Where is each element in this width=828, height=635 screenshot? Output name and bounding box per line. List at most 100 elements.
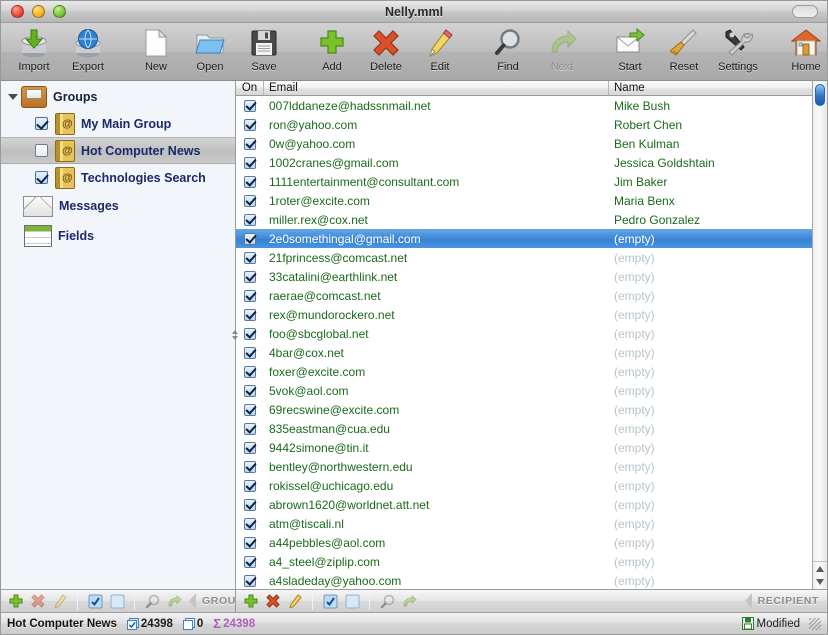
row-on-checkbox[interactable]	[236, 271, 264, 283]
row-on-checkbox[interactable]	[236, 537, 264, 549]
checkbox-checked-icon[interactable]	[244, 347, 256, 359]
checkbox-checked-icon[interactable]	[244, 404, 256, 416]
table-row[interactable]: rokissel@uchicago.edu(empty)	[236, 476, 812, 495]
table-row[interactable]: 33catalini@earthlink.net(empty)	[236, 267, 812, 286]
recipient-add-button[interactable]	[240, 591, 262, 611]
pane-splitter-handle[interactable]	[231, 330, 239, 340]
checkbox-checked-icon[interactable]	[244, 442, 256, 454]
toolbar-button-edit[interactable]: Edit	[413, 23, 467, 79]
checkbox-checked-icon[interactable]	[244, 328, 256, 340]
row-on-checkbox[interactable]	[236, 518, 264, 530]
toolbar-button-delete[interactable]: Delete	[359, 23, 413, 79]
toolbar-button-save[interactable]: Save	[237, 23, 291, 79]
table-row[interactable]: a4_steel@ziplip.com(empty)	[236, 552, 812, 571]
toolbar-button-add[interactable]: Add	[305, 23, 359, 79]
row-on-checkbox[interactable]	[236, 575, 264, 587]
row-on-checkbox[interactable]	[236, 499, 264, 511]
group-uncheck-all-button[interactable]	[106, 591, 128, 611]
checkbox-checked-icon[interactable]	[244, 195, 256, 207]
group-find-next-button[interactable]	[163, 591, 185, 611]
table-row[interactable]: 835eastman@cua.edu(empty)	[236, 419, 812, 438]
toolbar-toggle-button[interactable]	[792, 5, 818, 18]
sidebar-item-messages[interactable]: Messages	[1, 191, 235, 221]
checkbox-checked-icon[interactable]	[244, 176, 256, 188]
scroll-down-icon[interactable]	[816, 579, 824, 585]
group-checkbox[interactable]	[35, 144, 48, 157]
row-on-checkbox[interactable]	[236, 480, 264, 492]
toolbar-button-find[interactable]: Find	[481, 23, 535, 79]
row-on-checkbox[interactable]	[236, 176, 264, 188]
table-row[interactable]: 21fprincess@comcast.net(empty)	[236, 248, 812, 267]
row-on-checkbox[interactable]	[236, 423, 264, 435]
scrollbar-track[interactable]	[813, 81, 827, 561]
row-on-checkbox[interactable]	[236, 328, 264, 340]
resize-grip[interactable]	[809, 618, 821, 630]
row-on-checkbox[interactable]	[236, 385, 264, 397]
row-on-checkbox[interactable]	[236, 119, 264, 131]
minimize-button[interactable]	[32, 5, 45, 18]
row-on-checkbox[interactable]	[236, 195, 264, 207]
checkbox-checked-icon[interactable]	[244, 309, 256, 321]
recipient-uncheck-all-button[interactable]	[341, 591, 363, 611]
row-on-checkbox[interactable]	[236, 138, 264, 150]
checkbox-checked-icon[interactable]	[244, 290, 256, 302]
toolbar-button-open[interactable]: Open	[183, 23, 237, 79]
group-delete-button[interactable]	[27, 591, 49, 611]
column-header-name[interactable]: Name	[609, 81, 812, 95]
zoom-button[interactable]	[53, 5, 66, 18]
row-on-checkbox[interactable]	[236, 157, 264, 169]
row-on-checkbox[interactable]	[236, 309, 264, 321]
row-on-checkbox[interactable]	[236, 233, 264, 245]
row-on-checkbox[interactable]	[236, 404, 264, 416]
group-check-all-button[interactable]	[84, 591, 106, 611]
sidebar-item-my-main-group[interactable]: My Main Group	[1, 110, 235, 137]
row-on-checkbox[interactable]	[236, 100, 264, 112]
checkbox-checked-icon[interactable]	[244, 537, 256, 549]
table-row[interactable]: 1002cranes@gmail.comJessica Goldshtain	[236, 153, 812, 172]
table-row[interactable]: a4sladeday@yahoo.com(empty)	[236, 571, 812, 589]
toolbar-button-start[interactable]: Start	[603, 23, 657, 79]
table-row[interactable]: 2e0somethingal@gmail.com(empty)	[236, 229, 812, 248]
checkbox-checked-icon[interactable]	[244, 366, 256, 378]
recipient-edit-button[interactable]	[284, 591, 306, 611]
table-row[interactable]: 007lddaneze@hadssnmail.netMike Bush	[236, 96, 812, 115]
table-row[interactable]: 69recswine@excite.com(empty)	[236, 400, 812, 419]
recipient-delete-button[interactable]	[262, 591, 284, 611]
table-row[interactable]: ron@yahoo.comRobert Chen	[236, 115, 812, 134]
recipient-find-button[interactable]	[376, 591, 398, 611]
checkbox-checked-icon[interactable]	[244, 252, 256, 264]
toolbar-button-reset[interactable]: Reset	[657, 23, 711, 79]
checkbox-checked-icon[interactable]	[244, 575, 256, 587]
table-row[interactable]: a44pebbles@aol.com(empty)	[236, 533, 812, 552]
row-on-checkbox[interactable]	[236, 461, 264, 473]
recipient-find-next-button[interactable]	[398, 591, 420, 611]
checkbox-checked-icon[interactable]	[244, 157, 256, 169]
sidebar-item-technologies-search[interactable]: Technologies Search	[1, 164, 235, 191]
checkbox-checked-icon[interactable]	[244, 214, 256, 226]
toolbar-button-next[interactable]: Next	[535, 23, 589, 79]
table-row[interactable]: 1111entertainment@consultant.comJim Bake…	[236, 172, 812, 191]
checkbox-checked-icon[interactable]	[244, 100, 256, 112]
sidebar-item-groups[interactable]: Groups	[1, 83, 235, 110]
column-header-on[interactable]: On	[236, 81, 264, 95]
checkbox-checked-icon[interactable]	[244, 119, 256, 131]
table-row[interactable]: bentley@northwestern.edu(empty)	[236, 457, 812, 476]
checkbox-checked-icon[interactable]	[244, 271, 256, 283]
table-row[interactable]: raerae@comcast.net(empty)	[236, 286, 812, 305]
close-button[interactable]	[11, 5, 24, 18]
toolbar-button-home[interactable]: Home	[779, 23, 828, 79]
sidebar-item-fields[interactable]: Fields	[1, 221, 235, 251]
column-header-email[interactable]: Email	[264, 81, 609, 95]
toolbar-button-import[interactable]: Import	[7, 23, 61, 79]
table-row[interactable]: abrown1620@worldnet.att.net(empty)	[236, 495, 812, 514]
group-add-button[interactable]	[5, 591, 27, 611]
group-edit-button[interactable]	[49, 591, 71, 611]
row-on-checkbox[interactable]	[236, 556, 264, 568]
table-row[interactable]: 0w@yahoo.comBen Kulman	[236, 134, 812, 153]
table-row[interactable]: foxer@excite.com(empty)	[236, 362, 812, 381]
checkbox-checked-icon[interactable]	[244, 385, 256, 397]
row-on-checkbox[interactable]	[236, 347, 264, 359]
row-on-checkbox[interactable]	[236, 442, 264, 454]
vertical-scrollbar[interactable]	[812, 81, 827, 589]
scroll-up-icon[interactable]	[816, 566, 824, 572]
